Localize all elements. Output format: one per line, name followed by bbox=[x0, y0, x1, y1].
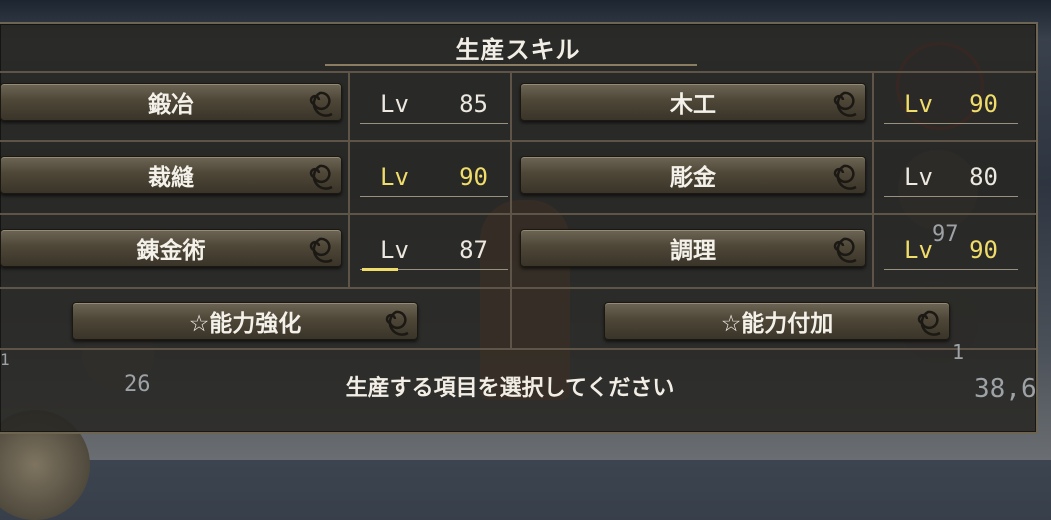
lv-value: 90 bbox=[459, 163, 488, 191]
lv-value: 85 bbox=[459, 90, 488, 118]
swirl-ornament-icon bbox=[833, 164, 857, 190]
column-divider-center bbox=[510, 73, 512, 348]
lv-value: 80 bbox=[969, 163, 998, 191]
lv-value: 90 bbox=[969, 90, 998, 118]
lv-label: Lv bbox=[904, 163, 933, 191]
lv-value: 90 bbox=[969, 236, 998, 264]
skill-level-engraving: Lv 80 bbox=[884, 155, 1018, 197]
swirl-ornament-icon bbox=[385, 310, 409, 336]
column-divider-left bbox=[348, 73, 350, 289]
hud-coordinates: 38,6 bbox=[974, 374, 1037, 404]
skill-label: 鍛冶 bbox=[148, 92, 194, 118]
ability-enchant-button[interactable]: ☆能力付加 bbox=[604, 302, 950, 340]
skill-level-blacksmith: Lv 85 bbox=[360, 82, 508, 124]
panel-title: 生産スキル bbox=[455, 36, 581, 64]
skill-label: 木工 bbox=[670, 92, 716, 118]
row-divider-4 bbox=[0, 348, 1036, 350]
hud-item-count-a: 26 bbox=[124, 372, 151, 397]
lv-label: Lv bbox=[904, 90, 933, 118]
skill-button-woodworking[interactable]: 木工 bbox=[520, 83, 866, 121]
skill-label: 錬金術 bbox=[136, 238, 206, 264]
hud-item-count-b: 97 bbox=[932, 222, 959, 247]
skill-button-tailoring[interactable]: 裁縫 bbox=[0, 156, 342, 194]
skill-level-tailoring: Lv 90 bbox=[360, 155, 508, 197]
hud-count-left: 1 bbox=[0, 350, 10, 369]
lv-label: Lv bbox=[380, 163, 409, 191]
swirl-ornament-icon bbox=[917, 310, 941, 336]
swirl-ornament-icon bbox=[309, 164, 333, 190]
swirl-ornament-icon bbox=[833, 237, 857, 263]
header-divider bbox=[0, 71, 1036, 73]
title-underline bbox=[325, 64, 697, 66]
row-divider-2 bbox=[0, 213, 1036, 215]
lv-value: 87 bbox=[459, 236, 488, 264]
skill-button-blacksmith[interactable]: 鍛冶 bbox=[0, 83, 342, 121]
action-label: ☆能力強化 bbox=[188, 311, 302, 337]
lv-label: Lv bbox=[904, 236, 933, 264]
hud-item-count-c: 1 bbox=[952, 340, 965, 364]
swirl-ornament-icon bbox=[309, 91, 333, 117]
lv-label: Lv bbox=[380, 236, 409, 264]
skill-button-cooking[interactable]: 調理 bbox=[520, 229, 866, 267]
instruction-message: 生産する項目を選択してください bbox=[345, 376, 675, 401]
swirl-ornament-icon bbox=[309, 237, 333, 263]
skill-level-alchemy: Lv 87 bbox=[360, 228, 508, 271]
skill-label: 調理 bbox=[670, 238, 716, 264]
ability-enhance-button[interactable]: ☆能力強化 bbox=[72, 302, 418, 340]
column-divider-right bbox=[872, 73, 874, 289]
swirl-ornament-icon bbox=[833, 91, 857, 117]
selection-cursor bbox=[362, 268, 398, 271]
action-label: ☆能力付加 bbox=[720, 311, 834, 337]
skill-label: 彫金 bbox=[670, 165, 716, 191]
skill-button-engraving[interactable]: 彫金 bbox=[520, 156, 866, 194]
row-divider-3 bbox=[0, 287, 1036, 289]
lv-label: Lv bbox=[380, 90, 409, 118]
row-divider-1 bbox=[0, 140, 1036, 142]
skill-label: 裁縫 bbox=[148, 165, 194, 191]
skill-button-alchemy[interactable]: 錬金術 bbox=[0, 229, 342, 267]
skill-level-woodworking: Lv 90 bbox=[884, 82, 1018, 124]
